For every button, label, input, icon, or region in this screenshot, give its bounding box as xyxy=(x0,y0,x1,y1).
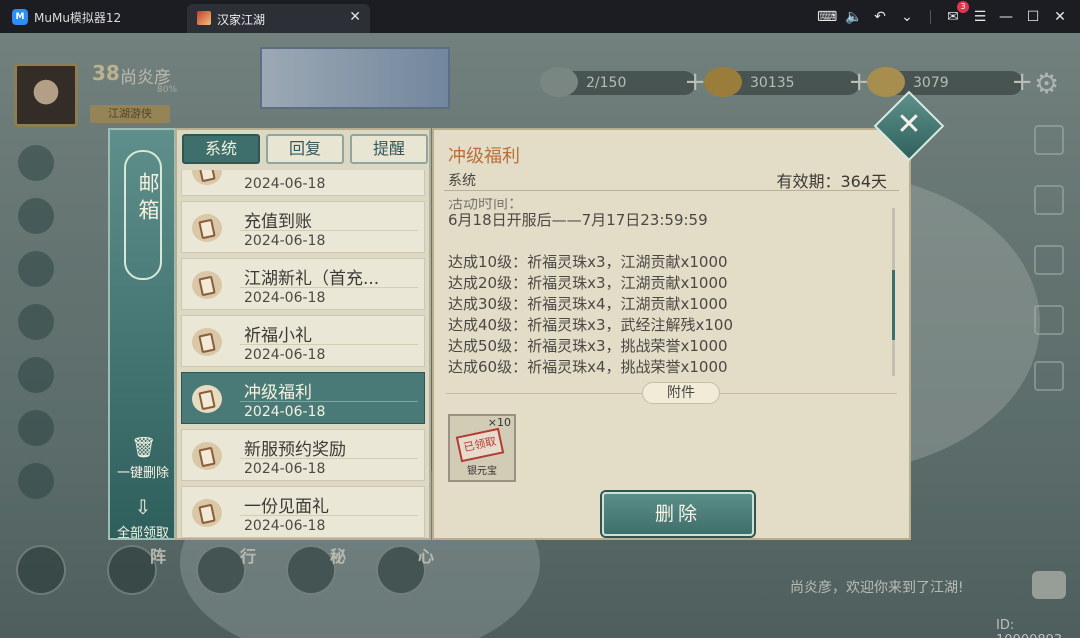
mail-body-reward: 达成10级：祈福灵珠x3，江湖贡献x1000 xyxy=(448,253,728,271)
volume-icon[interactable]: 🔈 xyxy=(844,7,864,27)
mail-detail-title: 冲级福利 xyxy=(448,146,520,167)
toolbar-divider xyxy=(930,10,931,24)
mail-body-cut-line: 活动时间： xyxy=(448,198,524,210)
mail-item-divider xyxy=(240,401,418,402)
collect-icon: ⇩ xyxy=(134,495,152,519)
delete-all-button[interactable]: 🗑 一键删除 xyxy=(110,434,176,481)
mailbox-title-frame: 邮箱 xyxy=(124,150,162,280)
attachment-name: 银元宝 xyxy=(467,466,497,477)
keyboard-icon[interactable]: ⌨ xyxy=(817,7,837,27)
mail-item-date: 2024-06-18 xyxy=(244,290,326,306)
mail-body-reward: 达成60级：祈福灵珠x4，挑战荣誉x1000 xyxy=(448,358,728,376)
game-viewport: 38 尚炎彦 80% 江湖游侠 2/150 + 30135 + 3079 + ⚙… xyxy=(0,33,1080,638)
mail-body-reward: 达成20级：祈福灵珠x3，江湖贡献x1000 xyxy=(448,274,728,292)
collect-all-button[interactable]: ⇩ 全部领取 xyxy=(110,494,176,541)
mail-item-title: 冲级福利 xyxy=(244,383,312,403)
mail-detail-expiry: 有效期：364天 xyxy=(776,172,887,191)
mail-item[interactable]: 充值到账 2024-06-18 xyxy=(181,201,425,253)
menu-icon[interactable]: ☰ xyxy=(970,7,990,27)
delete-all-label: 一键删除 xyxy=(116,466,169,481)
claimed-stamp: 已领取 xyxy=(455,427,505,463)
mail-item-title: 祈福小礼 xyxy=(244,326,312,346)
close-icon[interactable]: ✕ xyxy=(1050,7,1070,27)
mail-item-title: 新服预约奖励 xyxy=(244,440,346,460)
envelope-icon xyxy=(192,170,222,185)
delete-button[interactable]: 删除 xyxy=(602,492,754,536)
game-tab-title: 汉家江湖 xyxy=(217,13,266,27)
mail-item-date: 2024-06-18 xyxy=(244,347,326,363)
detail-divider xyxy=(444,190,899,191)
app-name: MuMu模拟器12 xyxy=(34,11,122,25)
mail-item-divider xyxy=(240,458,418,459)
mail-body-reward: 达成30级：祈福灵珠x4，江湖贡献x1000 xyxy=(448,295,728,313)
mail-detail-body[interactable]: 活动时间： 6月18日开服后——7月17日23:59:59 达成10级：祈福灵珠… xyxy=(448,198,888,380)
mail-item-date: 2024-06-18 xyxy=(244,233,326,249)
attachment-label: 附件 xyxy=(642,382,720,404)
mail-detail-panel: 冲级福利 系统 有效期：364天 活动时间： 6月18日开服后——7月17日23… xyxy=(432,128,911,540)
envelope-icon xyxy=(192,271,222,299)
mail-item-title: 一份见面礼 xyxy=(244,497,329,517)
mailbox-sidebar: 邮箱 🗑 一键删除 ⇩ 全部领取 xyxy=(108,128,176,541)
back-icon[interactable]: ↶ xyxy=(870,7,890,27)
scrollbar-thumb[interactable] xyxy=(892,270,895,340)
mail-body-reward: 达成50级：祈福灵珠x3，挑战荣誉x1000 xyxy=(448,337,728,355)
envelope-icon xyxy=(192,214,222,242)
mail-item-date: 2024-06-18 xyxy=(244,461,326,477)
trash-icon: 🗑 xyxy=(131,435,157,459)
mumu-logo-icon: M xyxy=(12,9,28,25)
envelope-icon xyxy=(192,442,222,470)
mail-item[interactable]: 一份见面礼 2024-06-18 xyxy=(181,486,425,538)
attachment-item[interactable]: ×10 已领取 银元宝 xyxy=(448,414,516,482)
tab-reminder[interactable]: 提醒 xyxy=(350,134,428,164)
game-tab[interactable]: 汉家江湖 ✕ xyxy=(187,4,370,33)
emulator-titlebar: M MuMu模拟器12 汉家江湖 ✕ ⌨ 🔈 ↶ ⌄ ✉ 3 ☰ — ☐ ✕ xyxy=(0,0,1080,33)
mail-item-date: 2024-06-18 xyxy=(244,404,326,420)
tab-close-icon[interactable]: ✕ xyxy=(349,9,361,25)
mail-item-date: 2024-06-18 xyxy=(244,176,326,192)
collect-all-label: 全部领取 xyxy=(116,526,169,541)
envelope-icon xyxy=(192,499,222,527)
mail-body-scrollbar[interactable] xyxy=(892,208,895,376)
envelope-icon xyxy=(192,328,222,356)
mail-item[interactable]: 祈福小礼 2024-06-18 xyxy=(181,315,425,367)
mail-item-divider xyxy=(240,515,418,516)
mail-item[interactable]: 江湖新礼（首充... 2024-06-18 xyxy=(181,258,425,310)
mail-detail-sender: 系统 xyxy=(448,173,476,189)
mail-body-reward: 达成40级：祈福灵珠x3，武经注解残x100 xyxy=(448,316,734,334)
envelope-open-icon xyxy=(192,385,222,413)
mail-badge: 3 xyxy=(957,1,969,13)
game-tab-icon xyxy=(197,11,211,25)
mail-item[interactable]: 新服预约奖励 2024-06-18 xyxy=(181,429,425,481)
mail-list-panel: 系统 回复 提醒 2024-06-18 充值到账 2024-06-18 江湖新礼… xyxy=(175,128,431,540)
mail-body-spacer xyxy=(448,231,888,252)
minimize-icon[interactable]: — xyxy=(996,7,1016,27)
mailbox-title: 邮箱 xyxy=(136,172,160,226)
attachment-quantity: ×10 xyxy=(487,416,511,429)
mail-item[interactable]: 2024-06-18 xyxy=(181,170,425,196)
tab-system[interactable]: 系统 xyxy=(182,134,260,164)
mail-item-divider xyxy=(240,230,418,231)
mail-tabs: 系统 回复 提醒 xyxy=(180,134,429,166)
mail-item-title: 充值到账 xyxy=(244,212,312,232)
mail-item-date: 2024-06-18 xyxy=(244,518,326,534)
mail-body-period: 6月18日开服后——7月17日23:59:59 xyxy=(448,211,708,229)
mail-item-divider xyxy=(240,344,418,345)
maximize-icon[interactable]: ☐ xyxy=(1023,7,1043,27)
mail-items: 2024-06-18 充值到账 2024-06-18 江湖新礼（首充... 20… xyxy=(181,170,429,538)
chevron-down-icon[interactable]: ⌄ xyxy=(897,7,917,27)
mail-item-selected[interactable]: 冲级福利 2024-06-18 xyxy=(181,372,425,424)
mail-item-title: 江湖新礼（首充... xyxy=(244,269,380,289)
tab-reply[interactable]: 回复 xyxy=(266,134,344,164)
mail-item-divider xyxy=(240,287,418,288)
